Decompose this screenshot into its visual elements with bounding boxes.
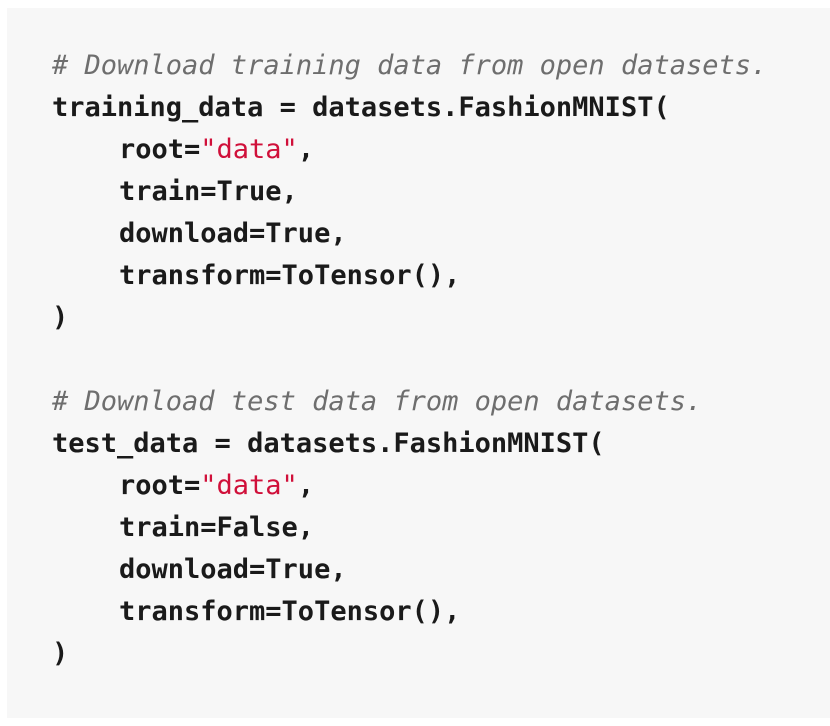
- code-line: ): [52, 297, 830, 339]
- transform-argument: transform=ToTensor(),: [119, 260, 461, 291]
- download-argument: download=True,: [119, 218, 347, 249]
- code-line: train=True,: [52, 171, 830, 213]
- code-line: ): [52, 633, 830, 675]
- train-argument: train=False,: [119, 512, 315, 543]
- code-line-comment: # Download training data from open datas…: [52, 45, 830, 87]
- comment-download-test: # Download test data from open datasets.: [52, 386, 703, 417]
- training-data-assignment: training_data = datasets.FashionMNIST(: [52, 92, 670, 123]
- root-argument-comma: ,: [297, 134, 315, 165]
- code-line: root="data",: [52, 465, 830, 507]
- root-argument-comma: ,: [297, 470, 315, 501]
- code-line: training_data = datasets.FashionMNIST(: [52, 87, 830, 129]
- root-argument-key: root=: [119, 134, 201, 165]
- code-line: transform=ToTensor(),: [52, 255, 830, 297]
- transform-argument: transform=ToTensor(),: [119, 596, 461, 627]
- code-line: train=False,: [52, 507, 830, 549]
- closing-paren: ): [52, 302, 69, 333]
- code-line: download=True,: [52, 213, 830, 255]
- test-data-assignment: test_data = datasets.FashionMNIST(: [52, 428, 605, 459]
- train-argument: train=True,: [119, 176, 298, 207]
- code-line: root="data",: [52, 129, 830, 171]
- closing-paren: ): [52, 638, 69, 669]
- code-block: # Download training data from open datas…: [7, 8, 830, 718]
- root-argument-value: "data": [200, 134, 298, 165]
- comment-download-training: # Download training data from open datas…: [52, 50, 768, 81]
- root-argument-key: root=: [119, 470, 201, 501]
- code-line: transform=ToTensor(),: [52, 591, 830, 633]
- code-line: download=True,: [52, 549, 830, 591]
- code-line: test_data = datasets.FashionMNIST(: [52, 423, 830, 465]
- code-line-comment: # Download test data from open datasets.: [52, 381, 830, 423]
- root-argument-value: "data": [200, 470, 298, 501]
- download-argument: download=True,: [119, 554, 347, 585]
